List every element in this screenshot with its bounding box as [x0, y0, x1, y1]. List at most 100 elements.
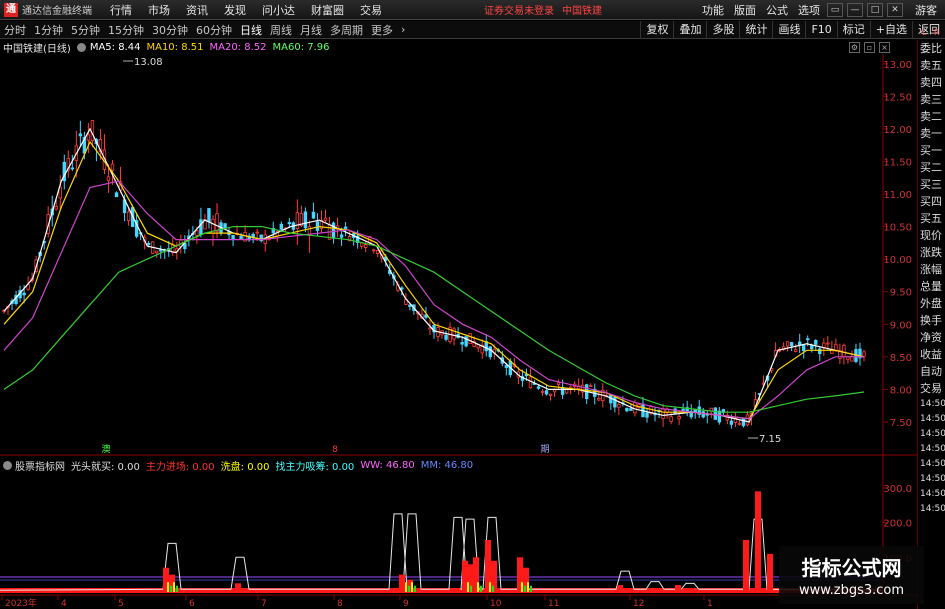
accumulate-bar: [408, 585, 410, 592]
main-entry-bar: [399, 574, 405, 592]
date-tick-label: 5: [118, 599, 124, 609]
candle-body: [802, 345, 806, 352]
candle-body: [504, 365, 509, 368]
guangtou-line: [0, 513, 884, 591]
indicator-dot-icon[interactable]: [3, 460, 12, 470]
ind-accumulate: 找主力吸筹: 0.00: [275, 461, 355, 473]
candle-body: [110, 163, 115, 171]
date-tick-label: 2023年: [5, 597, 37, 609]
ma60-line: [3, 226, 865, 413]
candle-body: [842, 345, 846, 358]
candle-body: [207, 208, 211, 222]
kline-chart[interactable]: 13.00 12.50 12.00 11.50 11.00 10.50 10.00 9.50 9…: [0, 0, 945, 609]
chart-controls: ⚙ ▫ ×: [849, 42, 894, 53]
main-entry-bar: [675, 585, 681, 592]
quote-field-list: 委比 卖五 卖四 卖三 卖二 卖一 买一 买二 买三 买四 买五 现价 涨跌 涨幅 总量 外盘 换手 净资 收益 自动…: [918, 40, 945, 517]
price-tick-label: 12.00: [883, 125, 912, 136]
quote-field-20[interactable]: 交易: [918, 380, 945, 397]
ind-main-entry: 主力进场: 0.00: [145, 461, 215, 473]
price-tick-label: 9.50: [890, 288, 912, 299]
ind-mm: MM: 46.80: [420, 459, 474, 471]
candle-body: [745, 414, 750, 426]
ma10-label: MA10: 8.51: [146, 41, 204, 53]
watermark-url: www.zbgs3.com: [798, 583, 905, 598]
candle-body: [862, 351, 866, 357]
candle-body: [625, 407, 629, 412]
candle-body: [737, 422, 742, 425]
panel-l-mark: L: [922, 28, 927, 37]
quote-field-7: 买二: [920, 161, 942, 174]
candle-body: [814, 340, 818, 345]
candle-body: [713, 407, 718, 420]
candle-body: [90, 120, 95, 142]
quote-field-27: 14:50: [920, 489, 945, 499]
candle-body: [376, 250, 380, 255]
candle-body: [239, 235, 243, 240]
price-tick-label: 8.00: [890, 385, 912, 396]
indicator-legend: 股票指标网 光头就买: 0.00 主力进场: 0.00 洗盘: 0.00 找主力…: [0, 458, 479, 473]
candle-body: [195, 230, 199, 236]
candle-body: [468, 333, 472, 345]
low-price-label: 7.15: [759, 434, 781, 445]
quote-field-4: 卖二: [920, 110, 942, 123]
candle-body: [793, 349, 798, 352]
date-tick-label: 12: [633, 599, 644, 609]
candle-body: [215, 213, 219, 232]
ma20-label: MA20: 8.52: [209, 41, 267, 53]
quote-side-panel: L R 委比 卖五 卖四 卖三 卖二 卖一 买一 买二 买三 买四 买五 现价 涨跌 涨幅 总量 外盘 换手 净资…: [917, 28, 945, 609]
close-chart-icon[interactable]: ×: [879, 42, 890, 53]
candle-body: [540, 390, 545, 393]
main-entry-bar: [755, 491, 761, 592]
quote-field-3: 卖三: [920, 93, 942, 106]
price-tick-label: 10.50: [883, 223, 912, 234]
candle-body: [488, 346, 492, 358]
settings-gear-icon[interactable]: ⚙: [849, 42, 860, 53]
quote-field-0: 委比: [920, 42, 942, 55]
candle-body: [311, 211, 316, 219]
candle-body: [106, 176, 111, 182]
date-tick-label: 7: [261, 599, 267, 609]
accumulate-bar: [492, 585, 494, 592]
ma5-line: [3, 127, 865, 423]
event-marker: 澳: [101, 443, 110, 455]
date-tick-label: 9: [403, 599, 409, 609]
event-marker: 8: [332, 445, 338, 455]
watermark-title: 指标公式网: [801, 556, 902, 580]
ma10-line: [3, 140, 865, 420]
candle-body: [681, 408, 685, 411]
candle-body: [810, 345, 814, 350]
chart-frame: [0, 54, 917, 596]
main-entry-bar: [767, 553, 773, 592]
quote-field-25: 14:50: [920, 459, 945, 469]
candle-body: [155, 250, 159, 254]
candle-body: [199, 219, 203, 235]
ind-ww: WW: 46.80: [360, 459, 415, 471]
price-tick-label: 9.00: [890, 320, 912, 331]
candlestick-series: [2, 120, 866, 429]
watermark: 指标公式网 www.zbgs3.com: [779, 546, 924, 604]
candle-body: [331, 222, 336, 239]
wash-bar: [467, 582, 469, 592]
indicator-name: 股票指标网: [15, 461, 65, 473]
price-tick-label: 11.50: [883, 157, 912, 168]
quote-field-18: 收益: [920, 348, 942, 361]
main-entry-bar: [743, 539, 749, 592]
quote-field-11: 现价: [920, 229, 942, 242]
wash-bar: [527, 582, 529, 592]
candle-body: [548, 393, 553, 396]
accumulate-bar: [470, 585, 472, 592]
candle-body: [617, 404, 621, 408]
candle-body: [785, 341, 790, 347]
candle-body: [295, 212, 300, 230]
candle-body: [279, 223, 283, 230]
price-tick-label: 10.00: [883, 255, 912, 266]
settings-dot-icon[interactable]: [76, 42, 86, 52]
accumulate-bar: [524, 585, 526, 592]
candle-body: [86, 134, 91, 141]
candle-body: [789, 342, 794, 347]
candle-body: [444, 334, 448, 340]
restore-icon[interactable]: ▫: [864, 42, 875, 53]
wash-bar: [521, 582, 523, 592]
quote-field-19[interactable]: 自动: [918, 363, 945, 380]
quote-field-16: 换手: [920, 314, 942, 327]
